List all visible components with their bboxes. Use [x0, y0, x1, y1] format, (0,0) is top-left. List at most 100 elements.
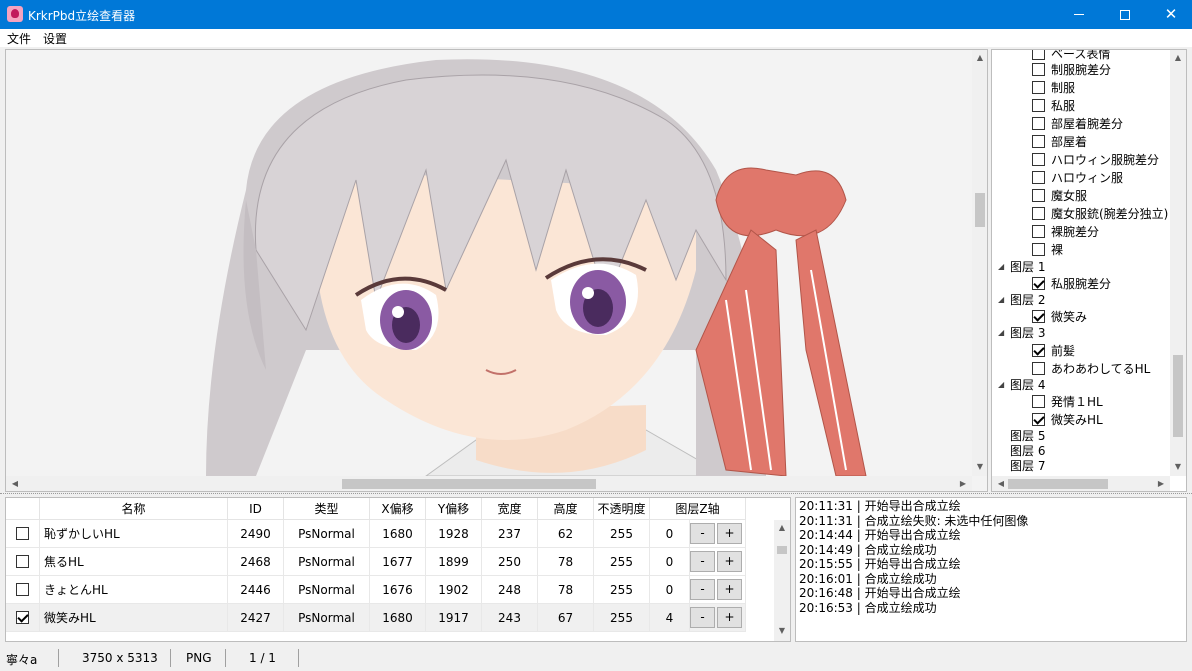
z-increase-button[interactable]: + [717, 607, 742, 628]
expand-icon[interactable]: ◢ [998, 328, 1010, 337]
tree-checkbox[interactable] [1032, 343, 1045, 357]
table-vscroll-thumb[interactable] [777, 546, 787, 554]
z-decrease-button[interactable]: - [690, 523, 715, 544]
tree-checkbox[interactable] [1032, 98, 1045, 112]
status-name: 寧々a [6, 653, 38, 667]
cell-type: PsNormal [284, 548, 370, 576]
z-increase-button[interactable]: + [717, 551, 742, 572]
row-checkbox[interactable] [16, 527, 29, 540]
tree-item[interactable]: 部屋着腕差分 [1032, 114, 1123, 132]
tree-group[interactable]: ◢ 图层 3 [998, 323, 1045, 341]
tree-item[interactable]: 制服 [1032, 78, 1075, 96]
tree-group[interactable]: ◢ 图层 1 [998, 257, 1045, 275]
cell-height: 78 [538, 576, 594, 604]
scroll-right-icon[interactable]: ▶ [956, 479, 970, 488]
maximize-button[interactable] [1102, 0, 1148, 29]
z-decrease-button[interactable]: - [690, 551, 715, 572]
tree-item[interactable]: 裸 [1032, 240, 1063, 258]
column-header-y[interactable]: Y偏移 [426, 498, 482, 520]
tree-checkbox[interactable] [1032, 242, 1045, 256]
column-header-x[interactable]: X偏移 [370, 498, 426, 520]
row-checkbox[interactable] [16, 583, 29, 596]
row-checkbox[interactable] [16, 555, 29, 568]
scroll-up-icon[interactable]: ▲ [973, 53, 987, 62]
tree-group[interactable]: 图层 7 [1010, 456, 1045, 474]
menu-file[interactable]: 文件 [7, 30, 31, 47]
tree-item[interactable]: ハロウィン服 [1032, 168, 1123, 186]
column-header-width[interactable]: 宽度 [482, 498, 538, 520]
image-vscrollbar[interactable]: ▲ ▼ [972, 50, 987, 476]
z-increase-button[interactable]: + [717, 523, 742, 544]
tree-vscrollbar[interactable]: ▲ ▼ [1170, 50, 1186, 476]
row-checkbox[interactable] [16, 611, 29, 624]
minimize-button[interactable] [1056, 0, 1102, 29]
scroll-up-icon[interactable]: ▲ [1171, 53, 1185, 62]
scroll-left-icon[interactable]: ◀ [994, 479, 1008, 488]
tree-hscrollbar[interactable]: ◀ ▶ [992, 476, 1170, 491]
tree-item[interactable]: 部屋着 [1032, 132, 1087, 150]
tree-item[interactable]: 制服腕差分 [1032, 60, 1111, 78]
scroll-down-icon[interactable]: ▼ [973, 462, 987, 471]
tree-item[interactable]: 発情１HL [1032, 392, 1103, 410]
z-decrease-button[interactable]: - [690, 607, 715, 628]
image-hscrollbar[interactable]: ◀ ▶ [6, 476, 972, 491]
tree-item[interactable]: 前髪 [1032, 341, 1075, 359]
layer-tree[interactable]: ベース表情 制服腕差分 制服 私服 部屋着腕差分 部屋着 ハロウィン服腕差分 ハ… [991, 49, 1187, 492]
expand-icon[interactable]: ◢ [998, 262, 1010, 271]
tree-checkbox[interactable] [1032, 116, 1045, 130]
column-header-name[interactable]: 名称 [40, 498, 228, 520]
tree-hscroll-thumb[interactable] [1008, 479, 1108, 489]
tree-item[interactable]: ハロウィン服腕差分 [1032, 150, 1159, 168]
table-vscrollbar[interactable]: ▲ ▼ [774, 520, 790, 641]
scroll-up-icon[interactable]: ▲ [775, 523, 789, 532]
layer-table[interactable]: 名称 ID 类型 X偏移 Y偏移 宽度 高度 不透明度 图层Z轴 恥ずかしいHL… [5, 497, 791, 642]
tree-checkbox[interactable] [1032, 134, 1045, 148]
tree-item[interactable]: 裸腕差分 [1032, 222, 1099, 240]
window-title: KrkrPbd立绘查看器 [28, 9, 136, 23]
cell-height: 78 [538, 548, 594, 576]
column-header-id[interactable]: ID [228, 498, 284, 520]
expand-icon[interactable]: ◢ [998, 295, 1010, 304]
tree-item-label: あわあわしてるHL [1051, 361, 1151, 376]
image-viewer[interactable]: ▲ ▼ ◀ ▶ [5, 49, 988, 492]
image-vscroll-thumb[interactable] [975, 193, 985, 227]
tree-checkbox[interactable] [1032, 206, 1045, 220]
tree-group[interactable]: ◢ 图层 2 [998, 290, 1045, 308]
column-header-opacity[interactable]: 不透明度 [594, 498, 650, 520]
tree-vscroll-thumb[interactable] [1173, 355, 1183, 437]
tree-checkbox[interactable] [1032, 170, 1045, 184]
tree-item[interactable]: 魔女服 [1032, 186, 1087, 204]
tree-checkbox[interactable] [1032, 50, 1045, 60]
menu-settings[interactable]: 设置 [43, 30, 67, 47]
image-hscroll-thumb[interactable] [342, 479, 596, 489]
tree-checkbox[interactable] [1032, 80, 1045, 94]
tree-checkbox[interactable] [1032, 62, 1045, 76]
column-header-type[interactable]: 类型 [284, 498, 370, 520]
scroll-right-icon[interactable]: ▶ [1154, 479, 1168, 488]
tree-item[interactable]: 私服 [1032, 96, 1075, 114]
tree-checkbox[interactable] [1032, 361, 1045, 375]
expand-icon[interactable]: ◢ [998, 380, 1010, 389]
z-decrease-button[interactable]: - [690, 579, 715, 600]
close-button[interactable]: ✕ [1148, 0, 1192, 29]
cell-z: 0 [650, 576, 690, 604]
column-header-height[interactable]: 高度 [538, 498, 594, 520]
scroll-left-icon[interactable]: ◀ [8, 479, 22, 488]
tree-checkbox[interactable] [1032, 394, 1045, 408]
tree-item[interactable]: あわあわしてるHL [1032, 359, 1150, 377]
tree-item[interactable]: 魔女服銃(腕差分独立) [1032, 204, 1168, 222]
scroll-down-icon[interactable]: ▼ [1171, 462, 1185, 471]
log-line: 20:14:49 | 合成立绘成功 [799, 542, 937, 557]
tree-checkbox[interactable] [1032, 412, 1045, 426]
cell-z: 4 [650, 604, 690, 632]
tree-checkbox[interactable] [1032, 188, 1045, 202]
tree-group[interactable]: ◢ 图层 4 [998, 375, 1045, 393]
tree-checkbox[interactable] [1032, 276, 1045, 290]
scroll-down-icon[interactable]: ▼ [775, 626, 789, 635]
tree-checkbox[interactable] [1032, 309, 1045, 323]
z-increase-button[interactable]: + [717, 579, 742, 600]
log-panel[interactable]: 20:11:31 | 开始导出合成立绘 20:11:31 | 合成立绘失败: 未… [795, 497, 1187, 642]
column-header-z[interactable]: 图层Z轴 [650, 498, 746, 520]
tree-checkbox[interactable] [1032, 152, 1045, 166]
tree-checkbox[interactable] [1032, 224, 1045, 238]
